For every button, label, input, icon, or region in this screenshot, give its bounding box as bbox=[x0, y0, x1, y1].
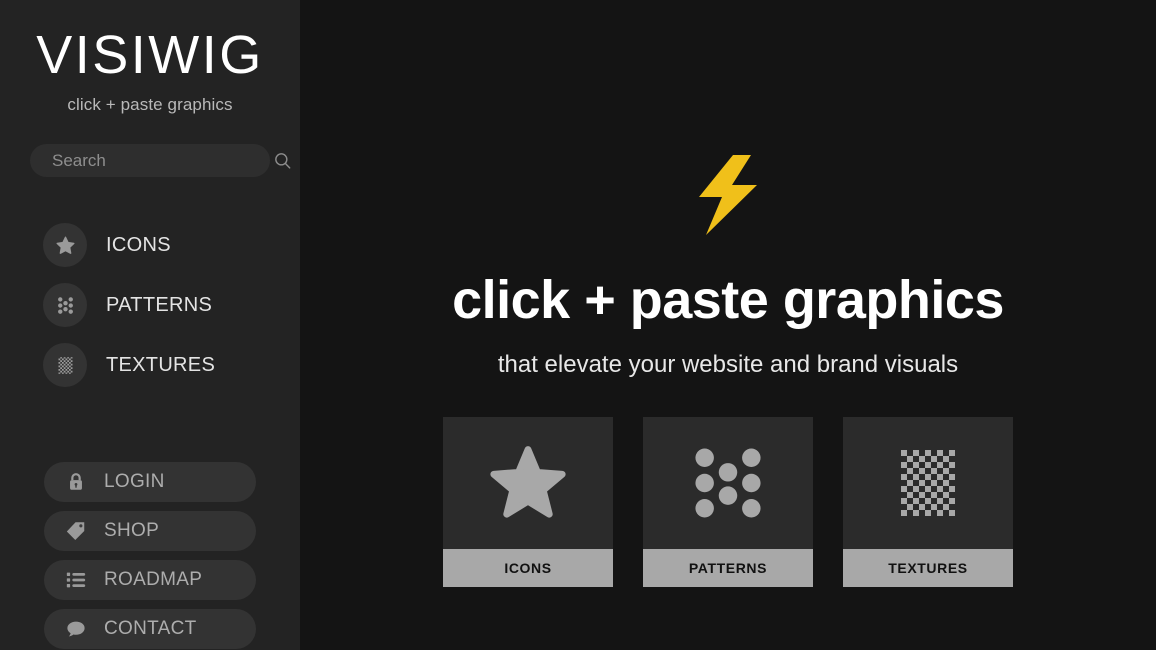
category-cards: ICONS PATTERNS TEXTURES bbox=[443, 417, 1013, 587]
sidebar-nav: ICONS PATTERNS TEXTURES bbox=[0, 223, 300, 387]
main-content: click + paste graphics that elevate your… bbox=[300, 0, 1156, 650]
card-patterns[interactable]: PATTERNS bbox=[643, 417, 813, 587]
sidebar-item-label: PATTERNS bbox=[106, 293, 213, 316]
speech-bubble-icon bbox=[64, 617, 88, 641]
list-icon bbox=[64, 568, 88, 592]
brand-tagline: click + paste graphics bbox=[67, 95, 233, 114]
roadmap-button-label: ROADMAP bbox=[104, 569, 203, 590]
star-icon bbox=[490, 446, 566, 518]
sidebar-item-icons[interactable]: ICONS bbox=[43, 223, 300, 267]
contact-button-label: CONTACT bbox=[104, 618, 197, 639]
app-root: VISIWIG click + paste graphics ICONS bbox=[0, 0, 1156, 650]
search-bar[interactable] bbox=[30, 144, 291, 177]
page-subtitle: that elevate your website and brand visu… bbox=[497, 351, 959, 378]
page-title: click + paste graphics bbox=[452, 270, 1004, 330]
login-button-label: LOGIN bbox=[104, 471, 165, 492]
dots-grid-icon bbox=[695, 448, 761, 518]
sidebar-item-label: TEXTURES bbox=[106, 353, 216, 376]
sidebar: VISIWIG click + paste graphics ICONS bbox=[0, 0, 300, 650]
card-artwork bbox=[643, 417, 813, 549]
sidebar-item-patterns[interactable]: PATTERNS bbox=[43, 283, 300, 327]
card-textures[interactable]: TEXTURES bbox=[843, 417, 1013, 587]
star-icon bbox=[43, 223, 87, 267]
card-artwork bbox=[843, 417, 1013, 549]
search-icon bbox=[273, 151, 293, 171]
sidebar-action-buttons: LOGIN SHOP ROADMAP CONTACT bbox=[44, 462, 256, 650]
shop-button-label: SHOP bbox=[104, 520, 160, 541]
lock-icon bbox=[64, 470, 88, 494]
card-label: TEXTURES bbox=[843, 549, 1013, 587]
card-label: ICONS bbox=[443, 549, 613, 587]
card-artwork bbox=[443, 417, 613, 549]
login-button[interactable]: LOGIN bbox=[44, 462, 256, 502]
sidebar-item-label: ICONS bbox=[106, 233, 171, 256]
roadmap-button[interactable]: ROADMAP bbox=[44, 560, 256, 600]
contact-button[interactable]: CONTACT bbox=[44, 609, 256, 649]
checkerboard-icon bbox=[43, 343, 87, 387]
card-label: PATTERNS bbox=[643, 549, 813, 587]
checkerboard-icon bbox=[901, 450, 955, 516]
dots-grid-icon bbox=[43, 283, 87, 327]
sidebar-item-textures[interactable]: TEXTURES bbox=[43, 343, 300, 387]
card-icons[interactable]: ICONS bbox=[443, 417, 613, 587]
search-input[interactable] bbox=[52, 150, 273, 171]
brand-block: VISIWIG click + paste graphics bbox=[0, 0, 300, 115]
tag-icon bbox=[64, 519, 88, 543]
lightning-bolt-icon bbox=[689, 155, 767, 235]
logo-visiwig: VISIWIG bbox=[36, 25, 264, 85]
shop-button[interactable]: SHOP bbox=[44, 511, 256, 551]
